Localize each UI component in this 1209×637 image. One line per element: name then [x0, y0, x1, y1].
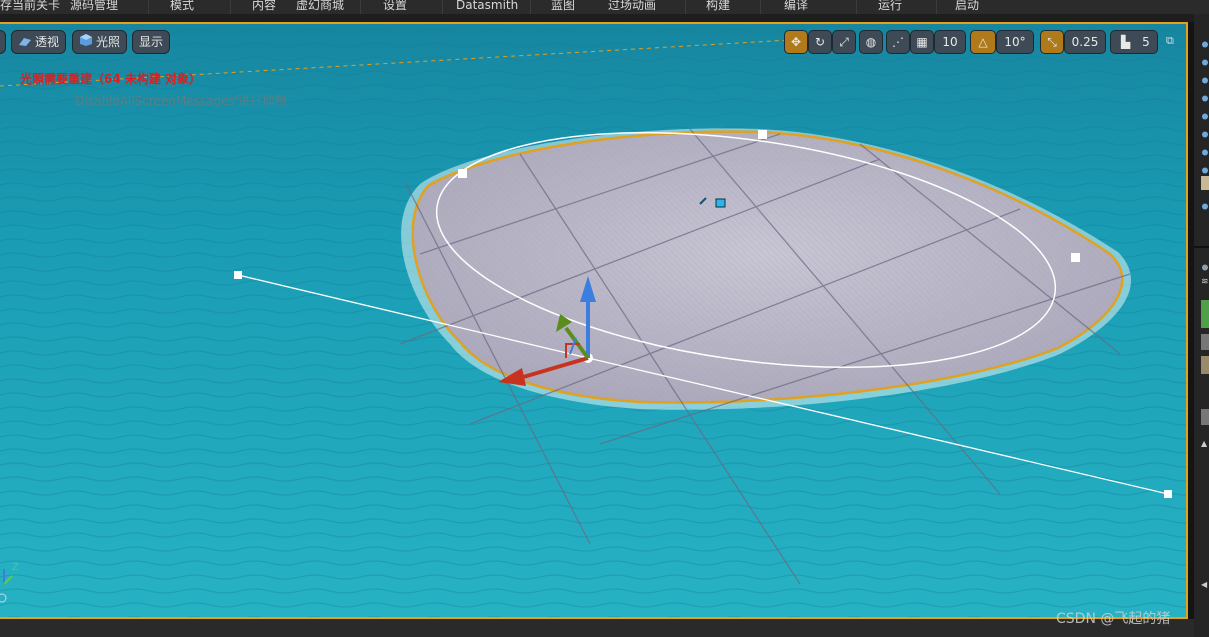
- toolbar-divider: [685, 0, 686, 14]
- details-panel-edge: ≋ ▲ ◀: [1194, 14, 1209, 637]
- eye-icon[interactable]: [1201, 88, 1209, 102]
- camera-speed-value: 5: [1142, 35, 1150, 49]
- toolbar-shadow: [0, 14, 1194, 22]
- material-thumbnail[interactable]: [1201, 356, 1209, 374]
- angle-icon: △: [978, 35, 988, 49]
- eye-icon[interactable]: [1201, 70, 1209, 84]
- content-button[interactable]: 内容: [252, 0, 276, 14]
- cinematics-button[interactable]: 过场动画: [608, 0, 656, 14]
- camera-speed-button[interactable]: ▙ 5: [1110, 30, 1158, 54]
- property-field[interactable]: [1201, 334, 1209, 350]
- scale-icon: ⤢: [839, 35, 849, 49]
- source-control-button[interactable]: 源码管理: [70, 0, 118, 14]
- axis-z-label: Z: [12, 562, 19, 573]
- surface-snap-button[interactable]: ⋰: [886, 30, 910, 54]
- toolbar-divider: [360, 0, 361, 14]
- lighting-rebuild-warning: 光照需要重建（64 未构建 对象）: [20, 72, 202, 86]
- property-field[interactable]: [1201, 409, 1209, 425]
- eye-icon[interactable]: [1201, 52, 1209, 66]
- add-button[interactable]: [1201, 300, 1209, 328]
- blueprints-button[interactable]: 蓝图: [551, 0, 575, 14]
- eye-icon[interactable]: [1201, 160, 1209, 174]
- datasmith-button[interactable]: Datasmith: [456, 0, 518, 14]
- toolbar-divider: [442, 0, 443, 14]
- toolbar-divider: [936, 0, 937, 14]
- tangent-handle[interactable]: [234, 271, 242, 279]
- eye-icon[interactable]: [1201, 106, 1209, 120]
- rotation-snap-toggle[interactable]: △: [970, 30, 996, 54]
- compile-button[interactable]: 编译: [784, 0, 808, 14]
- tangent-handle[interactable]: [1164, 490, 1172, 498]
- eye-icon[interactable]: [1201, 142, 1209, 156]
- panel-divider: [1194, 246, 1209, 248]
- transform-move-icon: ✥: [790, 35, 802, 49]
- scroll-up-icon[interactable]: ▲: [1201, 439, 1209, 448]
- viewport-scene[interactable]: [0, 24, 1188, 619]
- grid-snap-value[interactable]: 10: [934, 30, 966, 54]
- camera-speed-icon: ▙: [1121, 35, 1131, 49]
- translate-mode-button[interactable]: ✥: [784, 30, 808, 54]
- toolbar-divider: [230, 0, 231, 14]
- perspective-label: 透视: [35, 35, 60, 49]
- maximize-icon[interactable]: ⧉: [1166, 35, 1178, 47]
- main-toolbar: 存当前关卡 源码管理 模式 内容 虚幻商城 设置 Datasmith 蓝图 过场…: [0, 0, 1209, 14]
- spline-point[interactable]: [458, 169, 467, 178]
- build-button[interactable]: 构建: [706, 0, 730, 14]
- bottom-bar: [0, 619, 1194, 637]
- marketplace-button[interactable]: 虚幻商城: [296, 0, 344, 14]
- viewport-options-button[interactable]: [0, 30, 6, 54]
- launch-button[interactable]: 启动: [955, 0, 979, 14]
- modes-button[interactable]: 模式: [170, 0, 194, 14]
- grid-snap-toggle[interactable]: ▦: [910, 30, 934, 54]
- eye-icon[interactable]: [1201, 124, 1209, 138]
- screen-message-note: 'DisableAllScreenMessages'进行抑制: [72, 94, 287, 108]
- perspective-icon: [18, 32, 32, 54]
- toolbar-divider: [148, 0, 149, 14]
- actor-sprite-icon[interactable]: [715, 198, 726, 208]
- eye-icon[interactable]: [1201, 196, 1209, 210]
- world-icon: ◍: [865, 35, 877, 49]
- settings-button[interactable]: 设置: [383, 0, 407, 14]
- scroll-down-icon[interactable]: ◀: [1201, 580, 1209, 589]
- scale-mode-button[interactable]: ⤢: [832, 30, 856, 54]
- info-icon[interactable]: [1201, 257, 1209, 271]
- spline-point[interactable]: [1071, 253, 1080, 262]
- spline-point[interactable]: [758, 130, 767, 139]
- eye-icon[interactable]: [1201, 34, 1209, 48]
- toolbar-divider: [530, 0, 531, 14]
- show-flags-button[interactable]: 显示: [132, 30, 171, 54]
- selected-row[interactable]: [1201, 176, 1209, 190]
- lit-cube-icon: [79, 32, 93, 54]
- scale-snap-toggle[interactable]: ⤡: [1040, 30, 1064, 54]
- lighting-label: 光照: [96, 35, 121, 49]
- level-viewport[interactable]: 透视 光照 显示 ✥ ↻ ⤢ ◍ ⋰ ▦ 10 △ 10° ⤡ 0.25 ▙ 5…: [0, 22, 1188, 619]
- rotate-mode-button[interactable]: ↻: [808, 30, 832, 54]
- waves-icon: ≋: [1201, 277, 1209, 287]
- toolbar-divider: [760, 0, 761, 14]
- watermark: CSDN @飞起的猪: [1056, 611, 1171, 627]
- grid-icon: ▦: [916, 35, 928, 49]
- lighting-mode-button[interactable]: 光照: [72, 30, 128, 54]
- surface-snap-icon: ⋰: [892, 35, 904, 49]
- save-level-button[interactable]: 存当前关卡: [0, 0, 60, 14]
- coordinate-space-button[interactable]: ◍: [859, 30, 883, 54]
- scale-snap-icon: ⤡: [1047, 35, 1057, 49]
- scale-snap-value[interactable]: 0.25: [1064, 30, 1106, 54]
- play-button[interactable]: 运行: [878, 0, 902, 14]
- editor-window: 存当前关卡 源码管理 模式 内容 虚幻商城 设置 Datasmith 蓝图 过场…: [0, 0, 1209, 637]
- toolbar-divider: [856, 0, 857, 14]
- rotation-snap-value[interactable]: 10°: [996, 30, 1034, 54]
- rotate-icon: ↻: [814, 35, 826, 49]
- perspective-button[interactable]: 透视: [11, 30, 67, 54]
